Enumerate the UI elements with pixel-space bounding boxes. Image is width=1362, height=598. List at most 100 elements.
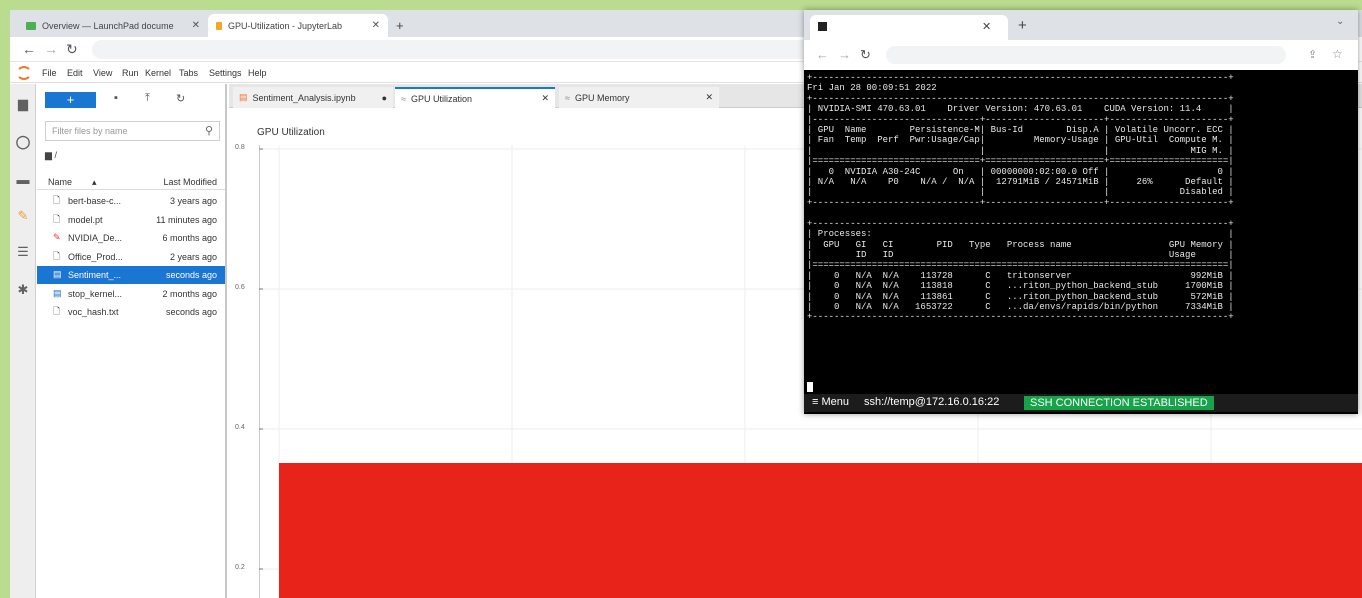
browser-tab-launchpad[interactable]: Overview — LaunchPad docume ✕ <box>18 14 208 37</box>
close-icon[interactable]: ✕ <box>184 20 200 31</box>
y-tick-label: 0.8 <box>235 144 245 151</box>
new-launcher-button[interactable]: + <box>45 92 96 108</box>
reload-icon[interactable]: ↻ <box>860 47 871 63</box>
terminal-line: | 0 NVIDIA A30-24C On | 00000000:02:00.0… <box>807 166 1234 177</box>
terminal-nav-bar: ← → ↻ ⇪ ☆ <box>804 40 1358 70</box>
y-tick-label: 0.2 <box>235 564 245 571</box>
new-tab-button[interactable]: + <box>388 14 412 37</box>
column-name[interactable]: Name <box>48 177 72 187</box>
running-icon[interactable]: ◯ <box>15 134 31 150</box>
tabs-list-icon[interactable]: ☰ <box>15 244 31 260</box>
menu-file[interactable]: File <box>42 68 57 78</box>
browser-tab-jupyterlab[interactable]: GPU-Utilization - JupyterLab ✕ <box>208 14 388 37</box>
terminal-tab[interactable]: ✕ <box>810 15 1008 40</box>
y-tick-label: 0.4 <box>235 424 245 431</box>
file-row[interactable]: ✎ NVIDIA_De... 6 months ago <box>37 229 225 247</box>
file-icon: 🗋 <box>53 306 61 316</box>
back-icon[interactable]: ← <box>816 47 829 62</box>
reload-icon[interactable]: ↻ <box>66 41 78 58</box>
tab-label: GPU Utilization <box>410 93 472 104</box>
upload-icon[interactable]: ⤒ <box>145 92 150 105</box>
close-icon[interactable]: ✕ <box>705 92 713 103</box>
terminal-cursor <box>807 382 813 392</box>
terminal-line: | 0 N/A N/A 1653722 C ...da/envs/rapids/… <box>807 301 1234 312</box>
file-browser-panel: + ▪ ⤒ ↻ Filter files by name ⚲ ▆ / Name … <box>37 84 227 598</box>
terminal-screen[interactable]: +---------------------------------------… <box>804 70 1358 395</box>
close-icon[interactable]: ✕ <box>364 20 380 31</box>
bars <box>279 463 1362 598</box>
terminal-line: | N/A N/A P0 N/A / N/A | 12791MiB / 2457… <box>807 177 1234 188</box>
new-folder-icon[interactable]: ▪ <box>114 92 118 104</box>
notebook-icon: ▤ <box>53 287 62 298</box>
share-icon[interactable]: ⇪ <box>1308 48 1317 61</box>
file-name: Office_Prod... <box>68 251 123 262</box>
connection-status-badge: SSH CONNECTION ESTABLISHED <box>1024 396 1214 410</box>
file-modified: 6 months ago <box>162 233 217 243</box>
breadcrumb[interactable]: ▆ / <box>45 150 57 161</box>
close-icon[interactable]: ✕ <box>982 20 991 33</box>
terminal-line: | ID ID Usage | <box>807 249 1234 260</box>
filter-placeholder: Filter files by name <box>52 126 128 136</box>
file-row[interactable]: ▤ stop_kernel... 2 months ago <box>37 285 225 303</box>
file-list-header: Name ▴ Last Modified <box>37 174 225 190</box>
menu-button[interactable]: ≡ Menu <box>812 396 849 408</box>
tab-gpu-utilization[interactable]: ≈ GPU Utilization ✕ <box>395 87 555 108</box>
address-bar[interactable] <box>886 46 1286 64</box>
file-modified: seconds ago <box>165 307 217 317</box>
tab-sentiment-analysis[interactable]: ▤ Sentiment_Analysis.ipynb ● <box>233 87 393 108</box>
folder-icon[interactable]: ▆ <box>15 96 31 112</box>
launchpad-icon <box>26 21 36 30</box>
menu-tabs[interactable]: Tabs <box>179 68 198 78</box>
close-icon[interactable]: ✕ <box>541 93 549 104</box>
terminal-output: +---------------------------------------… <box>807 73 1234 323</box>
pdf-icon: ✎ <box>53 232 61 242</box>
y-axis-ticks <box>259 148 263 570</box>
unsaved-dot-icon[interactable]: ● <box>382 93 387 103</box>
terminal-line: | Processes: | <box>807 229 1234 240</box>
file-name: model.pt <box>68 214 103 225</box>
forward-icon[interactable]: → <box>44 41 58 57</box>
column-last-modified[interactable]: Last Modified <box>163 177 217 187</box>
menu-view[interactable]: View <box>93 68 112 78</box>
menu-help[interactable]: Help <box>248 68 267 78</box>
terminal-line: | 0 N/A N/A 113861 C ...riton_python_bac… <box>807 291 1234 302</box>
file-row[interactable]: 🗋 voc_hash.txt seconds ago <box>37 303 225 321</box>
refresh-icon[interactable]: ↻ <box>176 92 185 105</box>
breadcrumb-root: / <box>54 150 57 160</box>
browser-tab-title: GPU-Utilization - JupyterLab <box>228 20 343 31</box>
menu-kernel[interactable]: Kernel <box>145 68 171 78</box>
filter-input[interactable]: Filter files by name ⚲ <box>45 121 220 141</box>
file-modified: 11 minutes ago <box>156 214 217 225</box>
terminal-line: |=======================================… <box>807 260 1234 271</box>
extension-icon[interactable]: ✎ <box>15 208 31 224</box>
menu-edit[interactable]: Edit <box>67 68 83 78</box>
forward-icon[interactable]: → <box>838 47 851 62</box>
file-modified: 3 years ago <box>169 196 217 206</box>
file-row[interactable]: 🗋 Office_Prod... 2 years ago <box>37 248 225 266</box>
file-row[interactable]: ▤ Sentiment_... seconds ago <box>37 266 225 284</box>
file-row[interactable]: 🗋 bert-base-c... 3 years ago <box>37 192 225 210</box>
tab-gpu-memory[interactable]: ≈ GPU Memory ✕ <box>559 87 719 108</box>
sort-up-icon: ▴ <box>92 177 97 187</box>
back-icon[interactable]: ← <box>22 41 36 57</box>
folder-icon: ▆ <box>45 150 52 160</box>
menu-run[interactable]: Run <box>122 68 139 78</box>
star-icon[interactable]: ☆ <box>1332 47 1343 61</box>
file-row[interactable]: 🗋 model.pt 11 minutes ago <box>37 211 225 229</box>
terminal-line: +-------------------------------+-------… <box>807 197 1234 208</box>
terminal-line: Fri Jan 28 00:09:51 2022 <box>807 83 937 94</box>
file-icon: 🗋 <box>53 213 61 224</box>
chevron-down-icon[interactable]: ⌄ <box>1336 16 1344 27</box>
terminal-favicon-icon <box>818 22 827 31</box>
terminal-line: | GPU GI CI PID Type Process name GPU Me… <box>807 239 1234 250</box>
commands-icon[interactable]: ▬ <box>15 172 31 188</box>
new-tab-button[interactable]: + <box>1018 17 1027 34</box>
file-name: Sentiment_... <box>68 270 122 280</box>
file-name: NVIDIA_De... <box>68 233 123 243</box>
y-tick-label: 0.6 <box>235 284 245 291</box>
puzzle-icon[interactable]: ✱ <box>15 282 31 298</box>
menu-settings[interactable]: Settings <box>209 68 242 78</box>
terminal-line: +---------------------------------------… <box>807 312 1234 323</box>
terminal-line: +---------------------------------------… <box>807 218 1234 229</box>
address-bar[interactable] <box>92 40 812 59</box>
